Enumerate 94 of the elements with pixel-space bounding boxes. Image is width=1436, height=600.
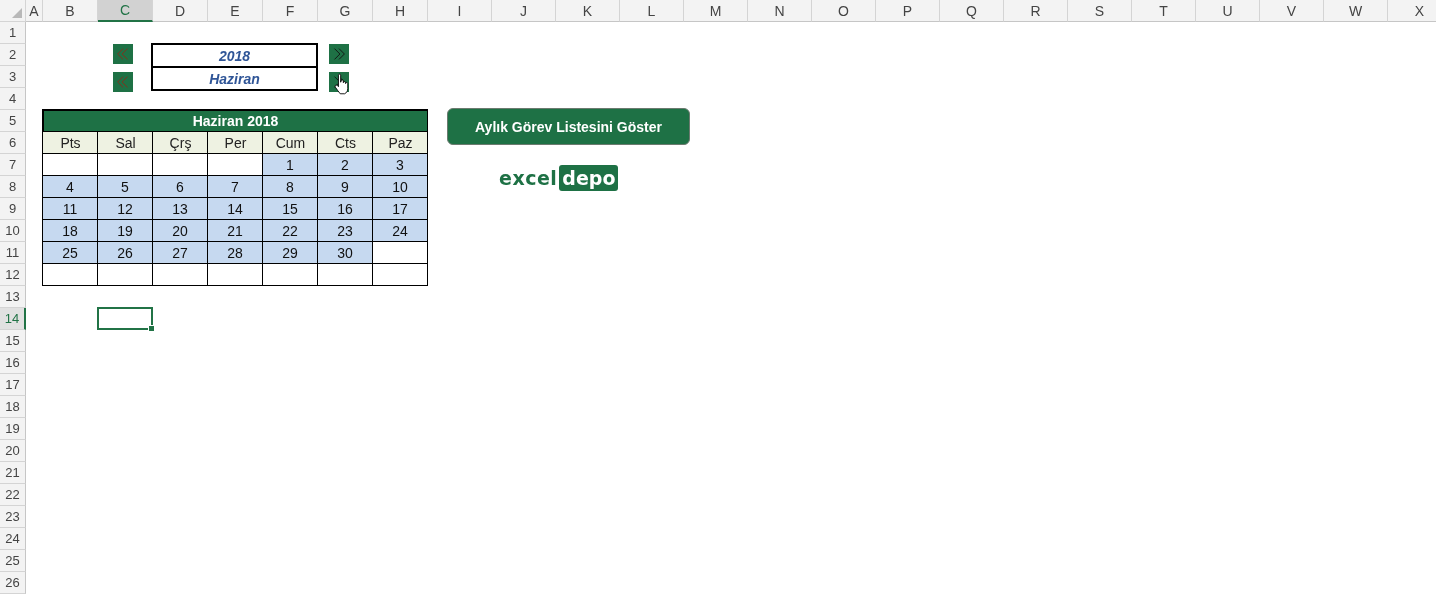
day-cell: 1 xyxy=(262,153,318,176)
column-header[interactable]: C xyxy=(98,0,153,22)
row-header[interactable]: 2 xyxy=(0,44,26,66)
day-cell: 16 xyxy=(317,197,373,220)
row-header[interactable]: 18 xyxy=(0,396,26,418)
day-cell: 21 xyxy=(207,219,263,242)
weekday-cell: Pts xyxy=(42,132,98,154)
weekday-cell: Cts xyxy=(317,132,373,154)
row-header[interactable]: 12 xyxy=(0,264,26,286)
day-cell: 17 xyxy=(372,197,428,220)
row-header[interactable]: 6 xyxy=(0,132,26,154)
day-cell: 14 xyxy=(207,197,263,220)
row-header[interactable]: 22 xyxy=(0,484,26,506)
day-cell: 30 xyxy=(317,241,373,264)
day-cell: 10 xyxy=(372,175,428,198)
selector-field[interactable]: Haziran xyxy=(151,66,318,91)
column-header[interactable]: H xyxy=(373,0,428,22)
row-header[interactable]: 19 xyxy=(0,418,26,440)
column-header[interactable]: Q xyxy=(940,0,1004,22)
column-header[interactable]: I xyxy=(428,0,492,22)
day-cell: 2 xyxy=(317,153,373,176)
row-header[interactable]: 25 xyxy=(0,550,26,572)
weekday-cell: Per xyxy=(207,132,263,154)
weekday-cell: Çrş xyxy=(152,132,208,154)
day-cell: 26 xyxy=(97,241,153,264)
column-header[interactable]: N xyxy=(748,0,812,22)
day-cell: 23 xyxy=(317,219,373,242)
day-cell: 8 xyxy=(262,175,318,198)
row-header[interactable]: 16 xyxy=(0,352,26,374)
column-header[interactable]: X xyxy=(1388,0,1436,22)
hand-cursor-icon xyxy=(334,73,350,95)
day-cell: 28 xyxy=(207,241,263,264)
column-header[interactable]: T xyxy=(1132,0,1196,22)
column-header[interactable]: U xyxy=(1196,0,1260,22)
row-header[interactable]: 4 xyxy=(0,88,26,110)
column-header[interactable]: E xyxy=(208,0,263,22)
day-cell: 3 xyxy=(372,153,428,176)
column-header[interactable]: K xyxy=(556,0,620,22)
row-header[interactable]: 11 xyxy=(0,242,26,264)
column-header[interactable]: G xyxy=(318,0,373,22)
column-header[interactable]: R xyxy=(1004,0,1068,22)
row-header[interactable]: 24 xyxy=(0,528,26,550)
column-header[interactable]: W xyxy=(1324,0,1388,22)
row-header[interactable]: 14 xyxy=(0,308,26,330)
column-header[interactable]: B xyxy=(43,0,98,22)
select-all-icon[interactable] xyxy=(12,8,22,18)
row-header[interactable]: 17 xyxy=(0,374,26,396)
column-header[interactable]: L xyxy=(620,0,684,22)
calendar-title: Haziran 2018 xyxy=(43,110,428,132)
day-cell: 22 xyxy=(262,219,318,242)
active-cell xyxy=(97,307,153,330)
row-header[interactable]: 20 xyxy=(0,440,26,462)
column-header[interactable]: M xyxy=(684,0,748,22)
column-header[interactable]: J xyxy=(492,0,556,22)
column-header[interactable]: A xyxy=(26,0,43,22)
weekday-cell: Paz xyxy=(372,132,428,154)
row-header[interactable]: 7 xyxy=(0,154,26,176)
day-cell: 24 xyxy=(372,219,428,242)
day-cell: 29 xyxy=(262,241,318,264)
column-header[interactable]: S xyxy=(1068,0,1132,22)
weekday-cell: Sal xyxy=(97,132,153,154)
day-cell: 5 xyxy=(97,175,153,198)
weekday-cell: Cum xyxy=(262,132,318,154)
day-cell: 9 xyxy=(317,175,373,198)
row-header[interactable]: 26 xyxy=(0,572,26,594)
previous-button[interactable] xyxy=(113,44,133,64)
day-cell: 12 xyxy=(97,197,153,220)
row-header[interactable]: 3 xyxy=(0,66,26,88)
row-header[interactable]: 15 xyxy=(0,330,26,352)
day-cell: 19 xyxy=(97,219,153,242)
previous-button[interactable] xyxy=(113,72,133,92)
column-header[interactable]: O xyxy=(812,0,876,22)
day-cell: 7 xyxy=(207,175,263,198)
row-header[interactable]: 1 xyxy=(0,22,26,44)
day-cell: 20 xyxy=(152,219,208,242)
column-header[interactable]: P xyxy=(876,0,940,22)
row-header[interactable]: 13 xyxy=(0,286,26,308)
row-header[interactable]: 10 xyxy=(0,220,26,242)
row-header[interactable]: 8 xyxy=(0,176,26,198)
column-header[interactable]: F xyxy=(263,0,318,22)
logo-text: excel xyxy=(499,167,558,189)
day-cell: 15 xyxy=(262,197,318,220)
logo-badge: depo xyxy=(559,165,619,191)
day-cell: 27 xyxy=(152,241,208,264)
row-header[interactable]: 9 xyxy=(0,198,26,220)
row-header[interactable]: 21 xyxy=(0,462,26,484)
row-header[interactable]: 23 xyxy=(0,506,26,528)
day-cell: 13 xyxy=(152,197,208,220)
day-cell: 6 xyxy=(152,175,208,198)
selector-field[interactable]: 2018 xyxy=(151,43,318,68)
column-header[interactable]: D xyxy=(153,0,208,22)
column-header[interactable]: V xyxy=(1260,0,1324,22)
row-header[interactable]: 5 xyxy=(0,110,26,132)
show-task-list-button[interactable]: Aylık Görev Listesini Göster xyxy=(447,108,690,145)
